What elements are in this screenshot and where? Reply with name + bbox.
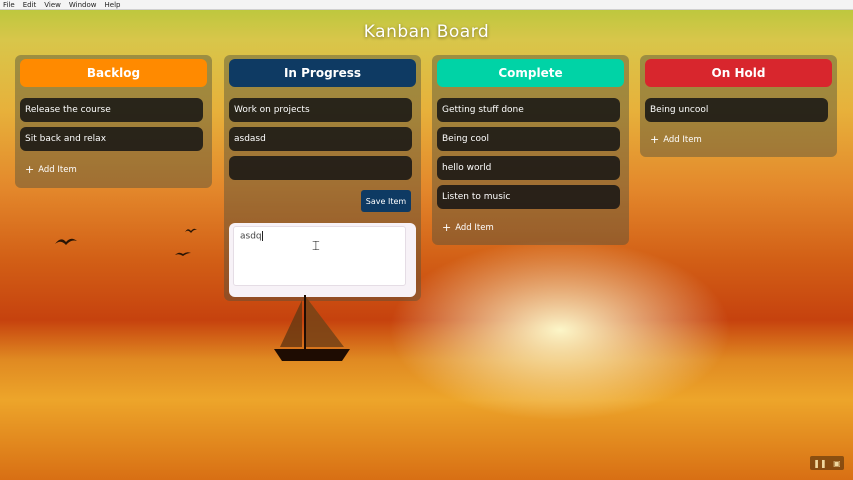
card[interactable]: hello world (437, 156, 620, 180)
card[interactable]: Work on projects (229, 98, 412, 122)
bird-icon (55, 236, 77, 251)
text-cursor-icon: ⌶ (312, 239, 320, 254)
add-item-button-on-hold[interactable]: + Add Item (650, 133, 702, 146)
card[interactable]: Listen to music (437, 185, 620, 209)
plus-icon: + (442, 221, 452, 234)
add-item-button-complete[interactable]: + Add Item (442, 221, 494, 234)
add-item-label: Add Item (663, 135, 702, 145)
card[interactable]: Being cool (437, 127, 620, 151)
add-item-container: asdq (229, 223, 416, 297)
column-header-complete: Complete (437, 59, 624, 87)
column-backlog: Backlog Release the course Sit back and … (15, 55, 212, 188)
menu-view[interactable]: View (44, 0, 61, 9)
media-controls: ❚❚ ▣ (810, 456, 844, 470)
add-item-label: Add Item (455, 223, 494, 233)
column-on-hold: On Hold Being uncool + Add Item (640, 55, 837, 157)
column-complete: Complete Getting stuff done Being cool h… (432, 55, 629, 245)
menu-bar: File Edit View Window Help (0, 0, 853, 10)
column-header-backlog: Backlog (20, 59, 207, 87)
card-empty[interactable] (229, 156, 412, 180)
text-caret (261, 231, 263, 241)
menu-window[interactable]: Window (69, 0, 97, 9)
textarea-value: asdq (240, 231, 262, 242)
add-item-label: Add Item (38, 165, 77, 175)
bird-icon (175, 250, 191, 260)
menu-file[interactable]: File (3, 0, 15, 9)
card[interactable]: Being uncool (645, 98, 828, 122)
menu-edit[interactable]: Edit (23, 0, 37, 9)
column-header-on-hold: On Hold (645, 59, 832, 87)
card[interactable]: Sit back and relax (20, 127, 203, 151)
new-item-textarea[interactable]: asdq (233, 226, 406, 286)
sailboat-icon (272, 295, 352, 371)
column-in-progress: In Progress Work on projects asdasd Save… (224, 55, 421, 301)
card[interactable]: Getting stuff done (437, 98, 620, 122)
pause-icon[interactable]: ❚❚ (813, 459, 826, 468)
plus-icon: + (25, 163, 35, 176)
column-header-in-progress: In Progress (229, 59, 416, 87)
menu-help[interactable]: Help (105, 0, 121, 9)
bird-icon (185, 227, 197, 238)
plus-icon: + (650, 133, 660, 146)
add-item-button-backlog[interactable]: + Add Item (25, 163, 77, 176)
page-title: Kanban Board (363, 22, 490, 42)
save-item-button[interactable]: Save Item (361, 190, 411, 212)
image-icon[interactable]: ▣ (833, 459, 841, 468)
card[interactable]: asdasd (229, 127, 412, 151)
card[interactable]: Release the course (20, 98, 203, 122)
